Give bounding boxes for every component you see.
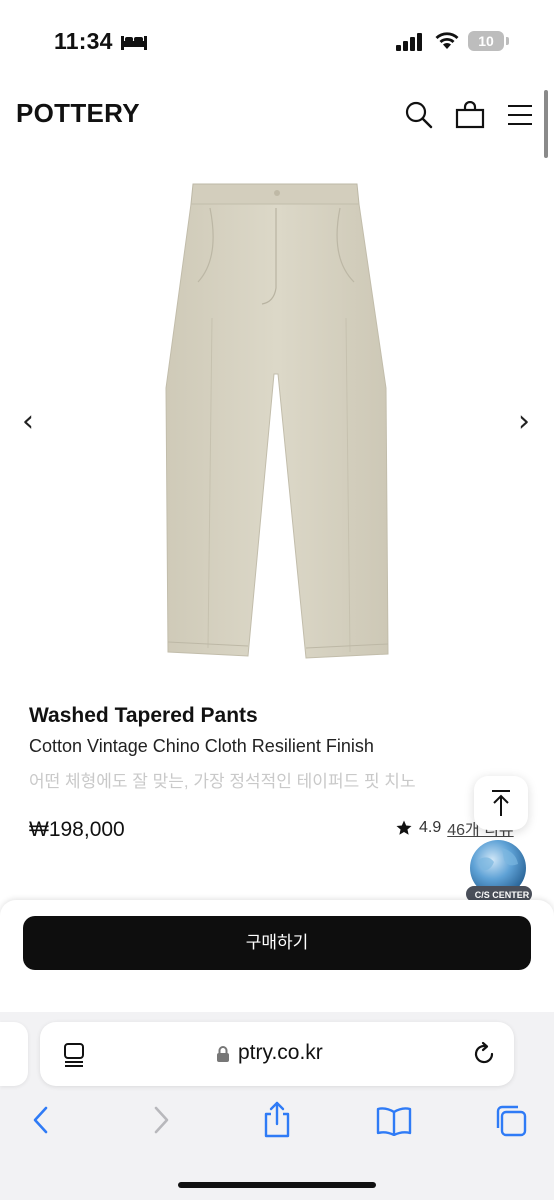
status-time: 11:34 — [54, 28, 113, 54]
search-icon[interactable] — [404, 100, 434, 130]
product-subtitle: Cotton Vintage Chino Cloth Resilient Fin… — [29, 736, 374, 756]
previous-tab-peek[interactable] — [0, 1022, 28, 1086]
tab-switcher-icon[interactable] — [494, 1104, 528, 1138]
rating-value: 4.9 — [419, 819, 442, 836]
sleep-focus-icon — [121, 36, 147, 50]
product-name: Washed Tapered Pants — [29, 704, 258, 727]
cs-center-badge[interactable]: C/S CENTER — [464, 838, 536, 906]
carousel-prev-icon[interactable]: ‹ — [22, 404, 34, 439]
address-url[interactable]: ptry.co.kr — [238, 1041, 323, 1065]
menu-icon[interactable] — [506, 103, 534, 127]
product-price: ₩198,000 — [29, 818, 125, 841]
battery-indicator: 10 — [468, 31, 504, 51]
cellular-signal-icon — [396, 33, 422, 51]
status-bar: 11:34 10 — [0, 0, 554, 84]
product-image — [165, 183, 389, 659]
buy-button[interactable]: 구매하기 — [23, 916, 531, 970]
battery-cap — [506, 37, 509, 45]
wifi-icon — [435, 32, 459, 49]
carousel-next-icon[interactable]: › — [518, 404, 530, 439]
product-description: 어떤 체형에도 잘 맞는, 가장 정석적인 테이퍼드 핏 치노 — [29, 772, 416, 791]
brand-logo[interactable]: POTTERY — [16, 98, 140, 129]
back-icon[interactable] — [30, 1104, 52, 1136]
share-icon[interactable] — [262, 1100, 292, 1138]
page-scrollbar[interactable] — [544, 90, 548, 158]
arrow-up-icon — [492, 790, 510, 816]
tabs-icon[interactable] — [63, 1042, 85, 1068]
cs-center-label: C/S CENTER — [474, 890, 530, 900]
reload-icon[interactable] — [471, 1041, 497, 1067]
bookmarks-icon[interactable] — [376, 1106, 412, 1136]
home-indicator — [178, 1182, 376, 1188]
star-icon — [396, 820, 412, 835]
forward-icon — [154, 1106, 169, 1134]
scroll-to-top-button[interactable] — [474, 776, 528, 830]
shopping-bag-icon[interactable] — [455, 101, 485, 129]
lock-icon — [217, 1046, 229, 1062]
